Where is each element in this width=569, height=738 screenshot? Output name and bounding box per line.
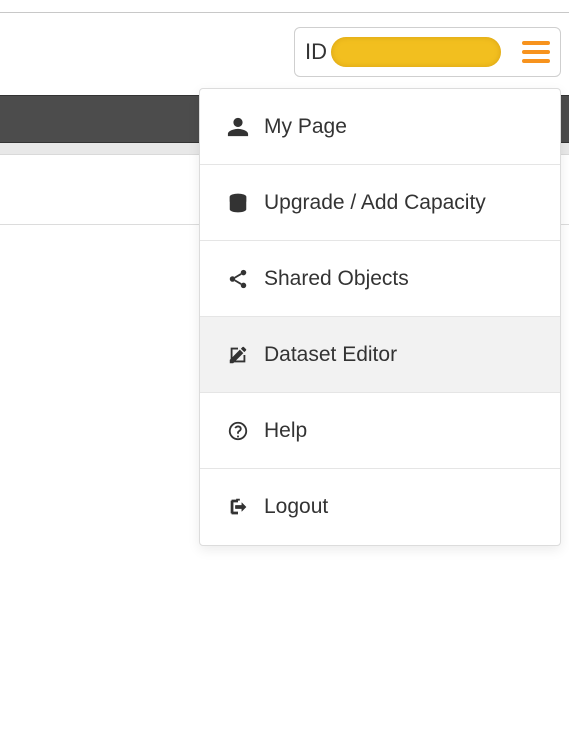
menu-item-help[interactable]: Help <box>200 393 560 469</box>
user-icon <box>226 115 250 139</box>
menu-item-label: Upgrade / Add Capacity <box>264 191 486 215</box>
account-id-box[interactable]: ID <box>294 27 561 77</box>
help-icon <box>226 419 250 443</box>
logout-icon <box>226 495 250 519</box>
menu-item-dataset-editor[interactable]: Dataset Editor <box>200 317 560 393</box>
menu-item-label: Help <box>264 419 307 443</box>
window-top-strip <box>0 0 569 13</box>
toolbar: ID <box>0 13 569 88</box>
menu-item-shared-objects[interactable]: Shared Objects <box>200 241 560 317</box>
account-dropdown-menu: My Page Upgrade / Add Capacity Shared Ob… <box>199 88 561 546</box>
edit-icon <box>226 343 250 367</box>
menu-item-label: Logout <box>264 495 328 519</box>
id-redacted-value <box>331 37 501 67</box>
menu-item-upgrade[interactable]: Upgrade / Add Capacity <box>200 165 560 241</box>
id-label: ID <box>305 39 327 65</box>
menu-item-label: My Page <box>264 115 347 139</box>
menu-item-label: Shared Objects <box>264 267 409 291</box>
database-icon <box>226 191 250 215</box>
share-icon <box>226 267 250 291</box>
menu-item-logout[interactable]: Logout <box>200 469 560 545</box>
menu-item-label: Dataset Editor <box>264 343 397 367</box>
hamburger-icon[interactable] <box>522 41 550 63</box>
menu-item-my-page[interactable]: My Page <box>200 89 560 165</box>
